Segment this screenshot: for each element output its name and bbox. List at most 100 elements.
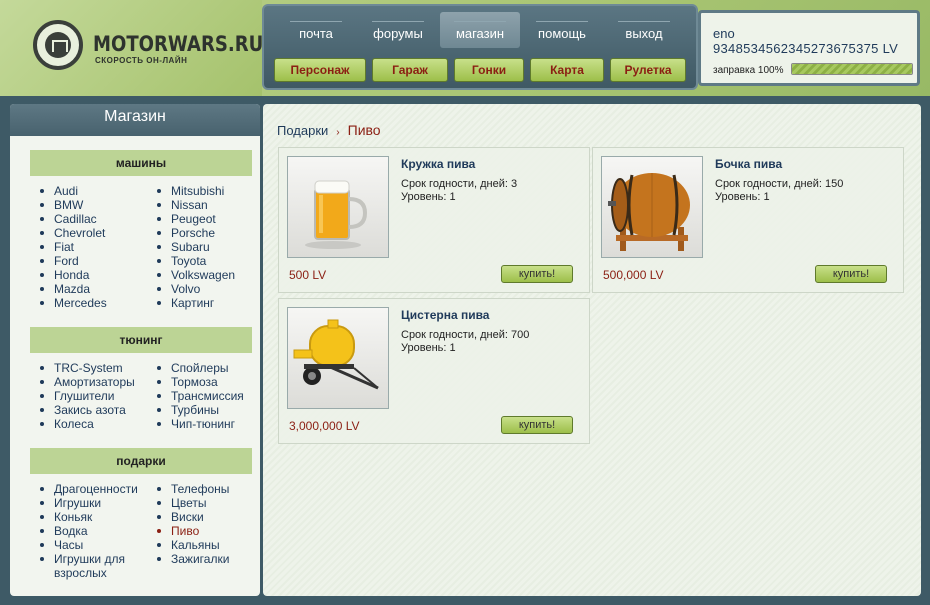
product-card: Бочка пива Срок годности, дней: 150 Уров… — [592, 147, 904, 293]
user-panel: eno 9348534562345273675375 LV заправка 1… — [698, 10, 920, 86]
sidebar-item-wheels[interactable]: Колеса — [40, 417, 135, 431]
sidebar-item-flowers[interactable]: Цветы — [157, 496, 229, 510]
breadcrumb-parent[interactable]: Подарки — [277, 123, 328, 138]
fuel-progress-bar — [791, 63, 913, 75]
sidebar-item-cadillac[interactable]: Cadillac — [40, 212, 107, 226]
gifts-list-col2: Телефоны Цветы Виски Пиво Кальяны Зажига… — [157, 482, 229, 566]
sidebar-item-porsche[interactable]: Porsche — [157, 226, 235, 240]
shelf-life-value: 3 — [510, 178, 518, 190]
product-name[interactable]: Бочка пива — [715, 157, 782, 171]
tuning-list-col2: Спойлеры Тормоза Трансмиссия Турбины Чип… — [157, 361, 244, 431]
gifts-list-col1: Драгоценности Игрушки Коньяк Водка Часы … — [40, 482, 140, 580]
sidebar-item-mitsubishi[interactable]: Mitsubishi — [157, 184, 235, 198]
sidebar-item-nissan[interactable]: Nissan — [157, 198, 235, 212]
tuning-list-col1: TRC-System Амортизаторы Глушители Закись… — [40, 361, 135, 431]
nav-forums[interactable]: форумы — [358, 12, 438, 48]
sidebar: Магазин машины Audi BMW Cadillac Chevrol… — [10, 104, 260, 596]
sidebar-item-lighters[interactable]: Зажигалки — [157, 552, 229, 566]
sidebar-item-toyota[interactable]: Toyota — [157, 254, 235, 268]
sidebar-item-honda[interactable]: Honda — [40, 268, 107, 282]
sidebar-item-mufflers[interactable]: Глушители — [40, 389, 135, 403]
sidebar-item-shock-absorbers[interactable]: Амортизаторы — [40, 375, 135, 389]
main-content: Подарки › Пиво Кружка пива Срок годности, … — [263, 104, 921, 596]
brand-name: MOTORWARS.RU — [93, 32, 264, 56]
sidebar-item-transmission[interactable]: Трансмиссия — [157, 389, 244, 403]
user-balance: 9348534562345273675375 LV — [713, 41, 899, 56]
roulette-button[interactable]: Рулетка — [610, 58, 686, 82]
breadcrumb-current: Пиво — [347, 122, 381, 138]
nav-help[interactable]: помощь — [522, 12, 602, 48]
sidebar-item-karting[interactable]: Картинг — [157, 296, 235, 310]
beer-barrel-icon[interactable] — [601, 156, 703, 258]
level-value: 1 — [449, 191, 456, 203]
level-label: Уровень: — [715, 191, 761, 203]
nav-mail[interactable]: почта — [276, 12, 356, 48]
sidebar-item-spoilers[interactable]: Спойлеры — [157, 361, 244, 375]
races-button[interactable]: Гонки — [454, 58, 524, 82]
nav-panel: почта форумы магазин помощь выход Персон… — [262, 4, 698, 90]
product-name[interactable]: Цистерна пива — [401, 308, 489, 322]
shelf-life-value: 150 — [824, 178, 844, 190]
shelf-life-label: Срок годности, дней: — [401, 178, 508, 190]
breadcrumb-separator-icon: › — [336, 127, 340, 138]
sidebar-item-adult-toys[interactable]: Игрушки для взрослых — [40, 552, 140, 580]
beer-tank-trailer-icon[interactable] — [287, 307, 389, 409]
sidebar-item-turbines[interactable]: Турбины — [157, 403, 244, 417]
sidebar-item-bmw[interactable]: BMW — [40, 198, 107, 212]
beer-mug-icon[interactable] — [287, 156, 389, 258]
sidebar-item-trc-system[interactable]: TRC-System — [40, 361, 135, 375]
category-cars-heading: машины — [30, 150, 252, 176]
level-value: 1 — [449, 342, 456, 354]
sidebar-item-toys[interactable]: Игрушки — [40, 496, 140, 510]
garage-button[interactable]: Гараж — [372, 58, 448, 82]
sidebar-item-chip-tuning[interactable]: Чип-тюнинг — [157, 417, 244, 431]
logo-icon — [33, 20, 83, 70]
sidebar-item-beer[interactable]: Пиво — [157, 524, 229, 538]
sidebar-item-watches[interactable]: Часы — [40, 538, 140, 552]
shelf-life-label: Срок годности, дней: — [715, 178, 822, 190]
fuel-progress-fill — [792, 64, 912, 74]
logo-area[interactable]: MOTORWARS.RU СКОРОСТЬ ОН-ЛАЙН — [0, 0, 264, 96]
sidebar-item-chevrolet[interactable]: Chevrolet — [40, 226, 107, 240]
sidebar-item-cognac[interactable]: Коньяк — [40, 510, 140, 524]
sidebar-item-nitrous[interactable]: Закись азота — [40, 403, 135, 417]
sidebar-item-fiat[interactable]: Fiat — [40, 240, 107, 254]
sidebar-item-mazda[interactable]: Mazda — [40, 282, 107, 296]
fuel-label: заправка 100% — [713, 65, 784, 76]
sidebar-item-audi[interactable]: Audi — [40, 184, 107, 198]
sidebar-item-brakes[interactable]: Тормоза — [157, 375, 244, 389]
sidebar-item-vodka[interactable]: Водка — [40, 524, 140, 538]
sidebar-item-mercedes[interactable]: Mercedes — [40, 296, 107, 310]
buy-button[interactable]: купить! — [815, 265, 887, 283]
username[interactable]: eno — [713, 26, 735, 41]
sub-nav: Персонаж Гараж Гонки Карта Рулетка — [274, 58, 686, 82]
product-details: Срок годности, дней: 3 Уровень: 1 — [401, 178, 517, 204]
sidebar-item-volvo[interactable]: Volvo — [157, 282, 235, 296]
product-card: Кружка пива Срок годности, дней: 3 Урове… — [278, 147, 590, 293]
sidebar-item-jewelry[interactable]: Драгоценности — [40, 482, 140, 496]
buy-button[interactable]: купить! — [501, 265, 573, 283]
sidebar-item-hookahs[interactable]: Кальяны — [157, 538, 229, 552]
product-details: Срок годности, дней: 150 Уровень: 1 — [715, 178, 843, 204]
buy-button[interactable]: купить! — [501, 416, 573, 434]
breadcrumb: Подарки › Пиво — [277, 122, 381, 138]
sidebar-item-subaru[interactable]: Subaru — [157, 240, 235, 254]
level-value: 1 — [763, 191, 770, 203]
product-price: 500,000 LV — [603, 268, 664, 282]
sidebar-item-peugeot[interactable]: Peugeot — [157, 212, 235, 226]
sidebar-item-whisky[interactable]: Виски — [157, 510, 229, 524]
sidebar-title: Магазин — [10, 104, 260, 136]
product-name[interactable]: Кружка пива — [401, 157, 475, 171]
character-button[interactable]: Персонаж — [274, 58, 366, 82]
sidebar-item-volkswagen[interactable]: Volkswagen — [157, 268, 235, 282]
sidebar-item-ford[interactable]: Ford — [40, 254, 107, 268]
product-card: Цистерна пива Срок годности, дней: 700 У… — [278, 298, 590, 444]
brand-tagline: СКОРОСТЬ ОН-ЛАЙН — [95, 56, 188, 65]
product-price: 500 LV — [289, 268, 327, 282]
sidebar-item-phones[interactable]: Телефоны — [157, 482, 229, 496]
cars-list-col2: Mitsubishi Nissan Peugeot Porsche Subaru… — [157, 184, 235, 310]
nav-shop[interactable]: магазин — [440, 12, 520, 48]
nav-exit[interactable]: выход — [604, 12, 684, 48]
shelf-life-label: Срок годности, дней: — [401, 329, 508, 341]
map-button[interactable]: Карта — [530, 58, 604, 82]
